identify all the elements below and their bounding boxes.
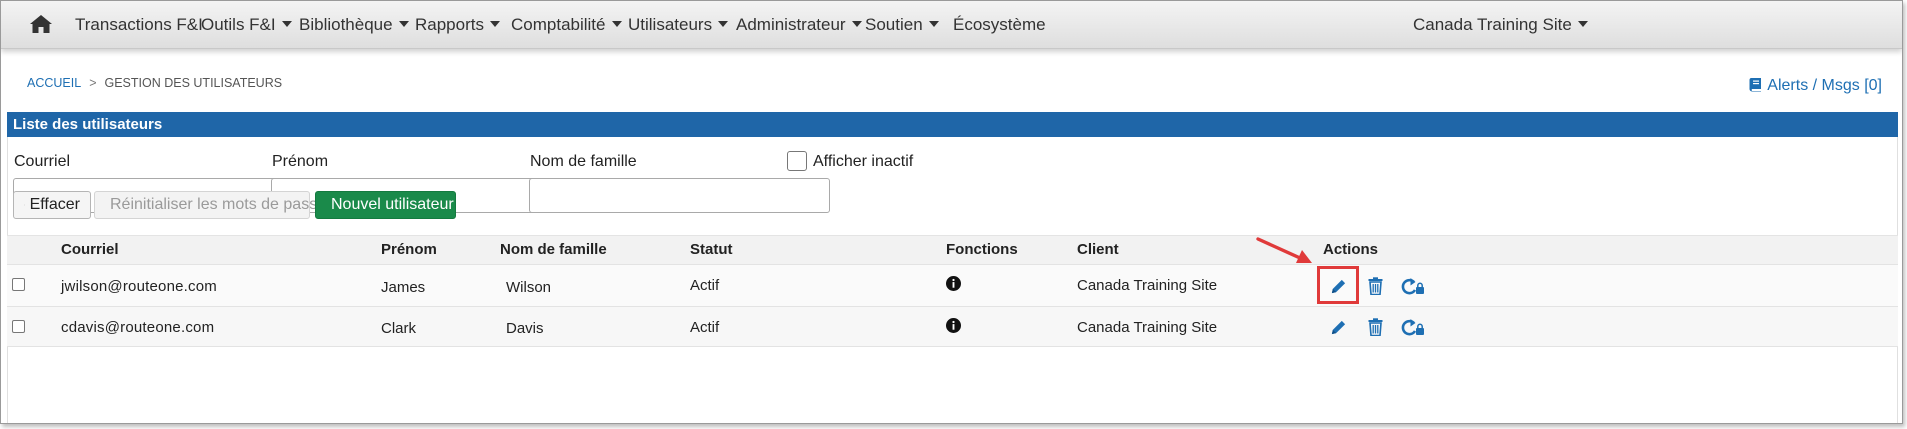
reset-passwords-button[interactable]: Réinitialiser les mots de passe xyxy=(94,191,326,219)
nav-rapports[interactable]: Rapports xyxy=(415,15,500,35)
reset-password-icon[interactable] xyxy=(1401,277,1425,295)
nav-outils[interactable]: Outils F&I xyxy=(201,15,292,35)
nav-utilisateurs[interactable]: Utilisateurs xyxy=(628,15,729,35)
caret-down-icon xyxy=(611,21,622,27)
row-client: Canada Training Site xyxy=(1077,319,1218,336)
info-icon[interactable] xyxy=(946,318,961,333)
home-icon[interactable] xyxy=(29,13,53,35)
col-header-status[interactable]: Statut xyxy=(690,241,733,258)
row-email: cdavis@routeone.com xyxy=(61,319,215,336)
show-inactive-label: Afficher inactif xyxy=(813,153,914,170)
show-inactive-checkbox[interactable] xyxy=(787,151,807,171)
reset-password-icon[interactable] xyxy=(1401,318,1425,336)
breadcrumb-home-link[interactable]: ACCUEIL xyxy=(27,76,81,90)
first-name-filter-label: Prénom xyxy=(272,153,329,170)
nav-transactions[interactable]: Transactions F&I xyxy=(75,15,203,35)
trash-icon[interactable] xyxy=(1368,277,1383,295)
new-user-button[interactable]: Nouvel utilisateur xyxy=(315,191,456,219)
last-name-filter-label: Nom de famille xyxy=(530,153,637,170)
nav-bibliotheque[interactable]: Bibliothèque xyxy=(299,15,409,35)
nav-ecosysteme[interactable]: Écosystème xyxy=(953,15,1046,35)
row-first-name: Clark xyxy=(381,320,417,337)
app-frame: Transactions F&I Outils F&I Bibliothèque… xyxy=(0,0,1903,424)
nav-administrateur[interactable]: Administrateur xyxy=(736,15,862,35)
panel-title: Liste des utilisateurs xyxy=(7,112,1898,137)
breadcrumb: ACCUEIL > GESTION DES UTILISATEURS xyxy=(27,76,282,90)
row-select-checkbox[interactable] xyxy=(12,278,25,291)
row-first-name: James xyxy=(381,279,426,296)
caret-down-icon xyxy=(1577,21,1588,27)
breadcrumb-current: GESTION DES UTILISATEURS xyxy=(104,76,283,90)
col-header-email[interactable]: Courriel xyxy=(61,241,119,258)
nav-soutien[interactable]: Soutien xyxy=(865,15,939,35)
caret-down-icon xyxy=(928,21,939,27)
col-header-actions: Actions xyxy=(1323,241,1379,258)
row-last-name: Davis xyxy=(506,320,544,337)
row-select-checkbox[interactable] xyxy=(12,320,25,333)
info-icon[interactable] xyxy=(946,276,961,291)
caret-down-icon xyxy=(851,21,862,27)
col-header-first-name[interactable]: Prénom xyxy=(381,241,437,258)
annotation-arrow-icon xyxy=(1256,237,1312,263)
clear-button[interactable]: Effacer xyxy=(13,191,91,219)
top-navbar: Transactions F&I Outils F&I Bibliothèque… xyxy=(1,1,1902,49)
email-filter-label: Courriel xyxy=(14,153,71,170)
row-last-name: Wilson xyxy=(506,279,552,296)
book-icon xyxy=(1749,78,1762,92)
col-header-client[interactable]: Client xyxy=(1077,241,1119,258)
trash-icon[interactable] xyxy=(1368,318,1383,336)
nav-comptabilite[interactable]: Comptabilité xyxy=(511,15,622,35)
row-client: Canada Training Site xyxy=(1077,277,1218,294)
caret-down-icon xyxy=(398,21,409,27)
caret-down-icon xyxy=(489,21,500,27)
alerts-link[interactable]: Alerts / Msgs [0] xyxy=(1749,77,1882,95)
breadcrumb-separator: > xyxy=(89,76,97,90)
row-email: jwilson@routeone.com xyxy=(61,278,217,295)
row-status: Actif xyxy=(690,277,720,294)
row-status: Actif xyxy=(690,319,720,336)
last-name-filter-input[interactable] xyxy=(529,178,830,213)
nav-site-selector[interactable]: Canada Training Site xyxy=(1413,15,1588,35)
annotation-highlight-box xyxy=(1317,266,1359,304)
caret-down-icon xyxy=(718,21,729,27)
close-icon xyxy=(24,204,25,206)
col-header-functions: Fonctions xyxy=(946,241,1018,258)
caret-down-icon xyxy=(281,21,292,27)
edit-pencil-icon[interactable] xyxy=(1330,319,1347,336)
col-header-last-name[interactable]: Nom de famille xyxy=(500,241,607,258)
